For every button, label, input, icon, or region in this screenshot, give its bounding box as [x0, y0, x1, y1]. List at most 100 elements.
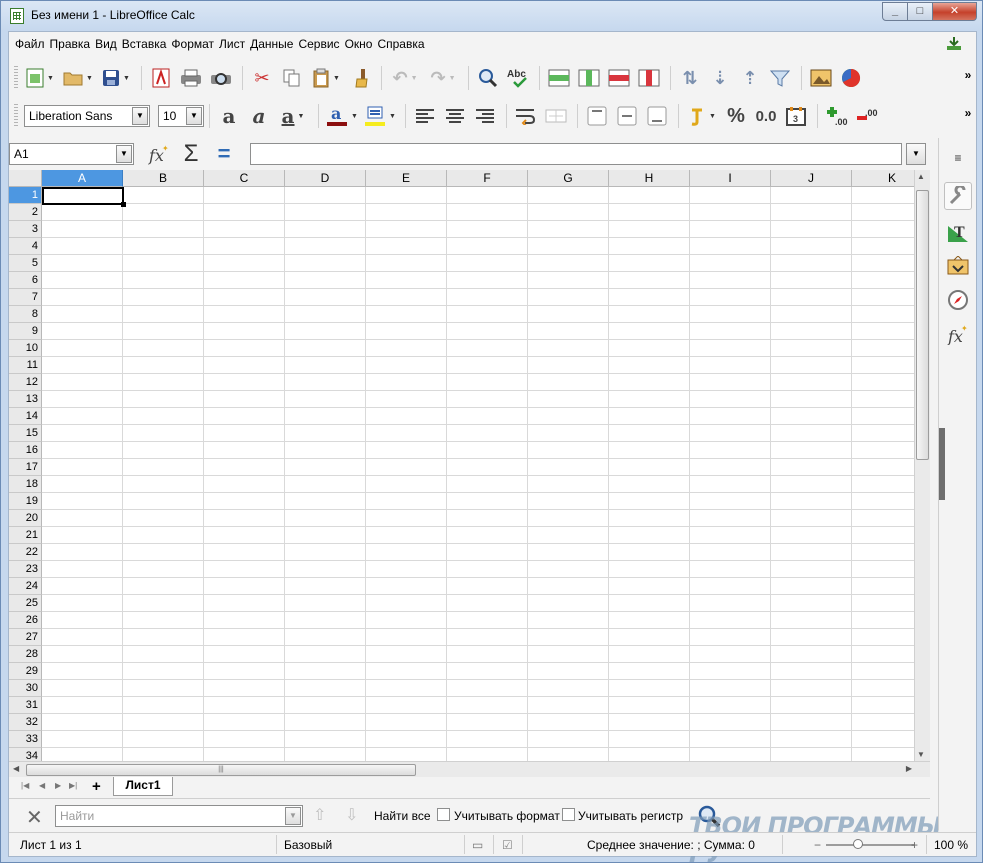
first-sheet-button[interactable]: |◀: [21, 781, 29, 790]
export-pdf-button[interactable]: [147, 64, 175, 92]
toolbar-grip[interactable]: [14, 104, 18, 128]
formula-input[interactable]: [250, 143, 902, 165]
close-button[interactable]: ✕: [933, 2, 977, 21]
chevron-down-icon[interactable]: ▼: [132, 107, 148, 125]
column-header[interactable]: G: [528, 170, 609, 187]
sheet-tab[interactable]: Лист1: [113, 777, 173, 796]
column-header[interactable]: E: [366, 170, 447, 187]
update-download-icon[interactable]: [946, 36, 962, 52]
insert-columns-button[interactable]: [575, 64, 603, 92]
align-top-button[interactable]: [583, 102, 611, 130]
highlight-color-button[interactable]: ▼: [362, 102, 398, 130]
row-header[interactable]: 18: [9, 476, 42, 493]
row-header[interactable]: 5: [9, 255, 42, 272]
match-case-checkbox[interactable]: [562, 808, 575, 821]
column-header[interactable]: F: [447, 170, 528, 187]
column-header[interactable]: I: [690, 170, 771, 187]
align-left-button[interactable]: [411, 102, 439, 130]
row-header[interactable]: 2: [9, 204, 42, 221]
row-header[interactable]: 6: [9, 272, 42, 289]
insert-chart-button[interactable]: [837, 64, 865, 92]
date-format-button[interactable]: 3: [782, 102, 810, 130]
column-header[interactable]: C: [204, 170, 285, 187]
menu-edit[interactable]: Правка: [50, 37, 95, 51]
font-name-dropdown[interactable]: Liberation Sans ▼: [24, 105, 150, 127]
menu-tools[interactable]: Сервис: [298, 37, 343, 51]
horizontal-scroll-thumb[interactable]: |||: [26, 764, 416, 776]
match-format-checkbox[interactable]: [437, 808, 450, 821]
menu-insert[interactable]: Вставка: [122, 37, 171, 51]
delete-rows-button[interactable]: [605, 64, 633, 92]
toolbar-overflow-button[interactable]: »: [960, 68, 976, 82]
delete-decimal-button[interactable]: .00: [853, 102, 881, 130]
minimize-button[interactable]: _: [882, 2, 908, 21]
row-header[interactable]: 32: [9, 714, 42, 731]
scroll-right-arrow[interactable]: ▶: [906, 764, 912, 773]
currency-format-button[interactable]: ▼: [684, 102, 720, 130]
zoom-out-button[interactable]: −: [814, 838, 821, 852]
merge-cells-button[interactable]: [542, 102, 570, 130]
find-all-button[interactable]: Найти все: [374, 809, 431, 823]
delete-columns-button[interactable]: [635, 64, 663, 92]
selection-mode-icon[interactable]: ▭: [472, 838, 483, 852]
add-decimal-button[interactable]: .00: [823, 102, 851, 130]
row-header[interactable]: 29: [9, 663, 42, 680]
sidebar-menu-button[interactable]: ≡: [944, 144, 972, 172]
row-header[interactable]: 22: [9, 544, 42, 561]
zoom-slider-knob[interactable]: [853, 839, 863, 849]
row-header[interactable]: 24: [9, 578, 42, 595]
sum-button[interactable]: Σ: [177, 140, 205, 167]
column-header[interactable]: K: [852, 170, 914, 187]
column-header[interactable]: H: [609, 170, 690, 187]
row-header[interactable]: 25: [9, 595, 42, 612]
row-header[interactable]: 34: [9, 748, 42, 761]
menu-format[interactable]: Формат: [171, 37, 218, 51]
scroll-left-arrow[interactable]: ◀: [13, 764, 19, 773]
find-replace-button[interactable]: [474, 64, 502, 92]
new-document-button[interactable]: ▼: [22, 64, 58, 92]
row-header[interactable]: 27: [9, 629, 42, 646]
menu-sheet[interactable]: Лист: [219, 37, 249, 51]
chevron-down-icon[interactable]: ▼: [186, 107, 202, 125]
underline-button[interactable]: a ▼: [275, 102, 311, 130]
sidebar-styles-button[interactable]: T: [944, 218, 972, 246]
active-cell-cursor[interactable]: [42, 187, 126, 207]
percent-format-button[interactable]: %: [722, 102, 750, 130]
expand-formula-bar-button[interactable]: ▼: [906, 143, 926, 165]
row-header[interactable]: 16: [9, 442, 42, 459]
undo-button[interactable]: ↶ ▼: [387, 64, 423, 92]
maximize-button[interactable]: □: [908, 2, 933, 21]
cell-area[interactable]: [42, 187, 914, 761]
sidebar-gallery-button[interactable]: [944, 252, 972, 280]
row-header[interactable]: 12: [9, 374, 42, 391]
row-header[interactable]: 4: [9, 238, 42, 255]
column-header[interactable]: B: [123, 170, 204, 187]
name-box[interactable]: A1 ▼: [9, 143, 134, 165]
horizontal-scrollbar[interactable]: ◀ ||| ▶: [9, 761, 930, 777]
row-header[interactable]: 13: [9, 391, 42, 408]
row-header[interactable]: 21: [9, 527, 42, 544]
find-previous-icon[interactable]: ⇧: [313, 805, 326, 825]
row-header[interactable]: 20: [9, 510, 42, 527]
zoom-slider-track[interactable]: [826, 844, 914, 846]
cut-button[interactable]: ✂: [248, 64, 276, 92]
row-header[interactable]: 3: [9, 221, 42, 238]
bold-button[interactable]: a: [215, 102, 243, 130]
italic-button[interactable]: a: [245, 102, 273, 130]
print-button[interactable]: [177, 64, 205, 92]
spellcheck-button[interactable]: Abc: [504, 64, 532, 92]
number-format-button[interactable]: 0.0: [752, 102, 780, 130]
chevron-down-icon[interactable]: ▼: [285, 807, 301, 825]
menu-file[interactable]: Файл: [15, 37, 49, 51]
toolbar-overflow-button[interactable]: »: [960, 106, 976, 120]
row-header[interactable]: 10: [9, 340, 42, 357]
row-header[interactable]: 19: [9, 493, 42, 510]
sidebar-collapse-handle[interactable]: [939, 428, 945, 500]
column-header[interactable]: A: [42, 170, 123, 187]
scroll-down-arrow[interactable]: ▼: [917, 750, 925, 759]
page-style-status[interactable]: Базовый: [284, 838, 332, 852]
copy-button[interactable]: [278, 64, 306, 92]
row-header[interactable]: 9: [9, 323, 42, 340]
row-header[interactable]: 17: [9, 459, 42, 476]
row-header[interactable]: 14: [9, 408, 42, 425]
